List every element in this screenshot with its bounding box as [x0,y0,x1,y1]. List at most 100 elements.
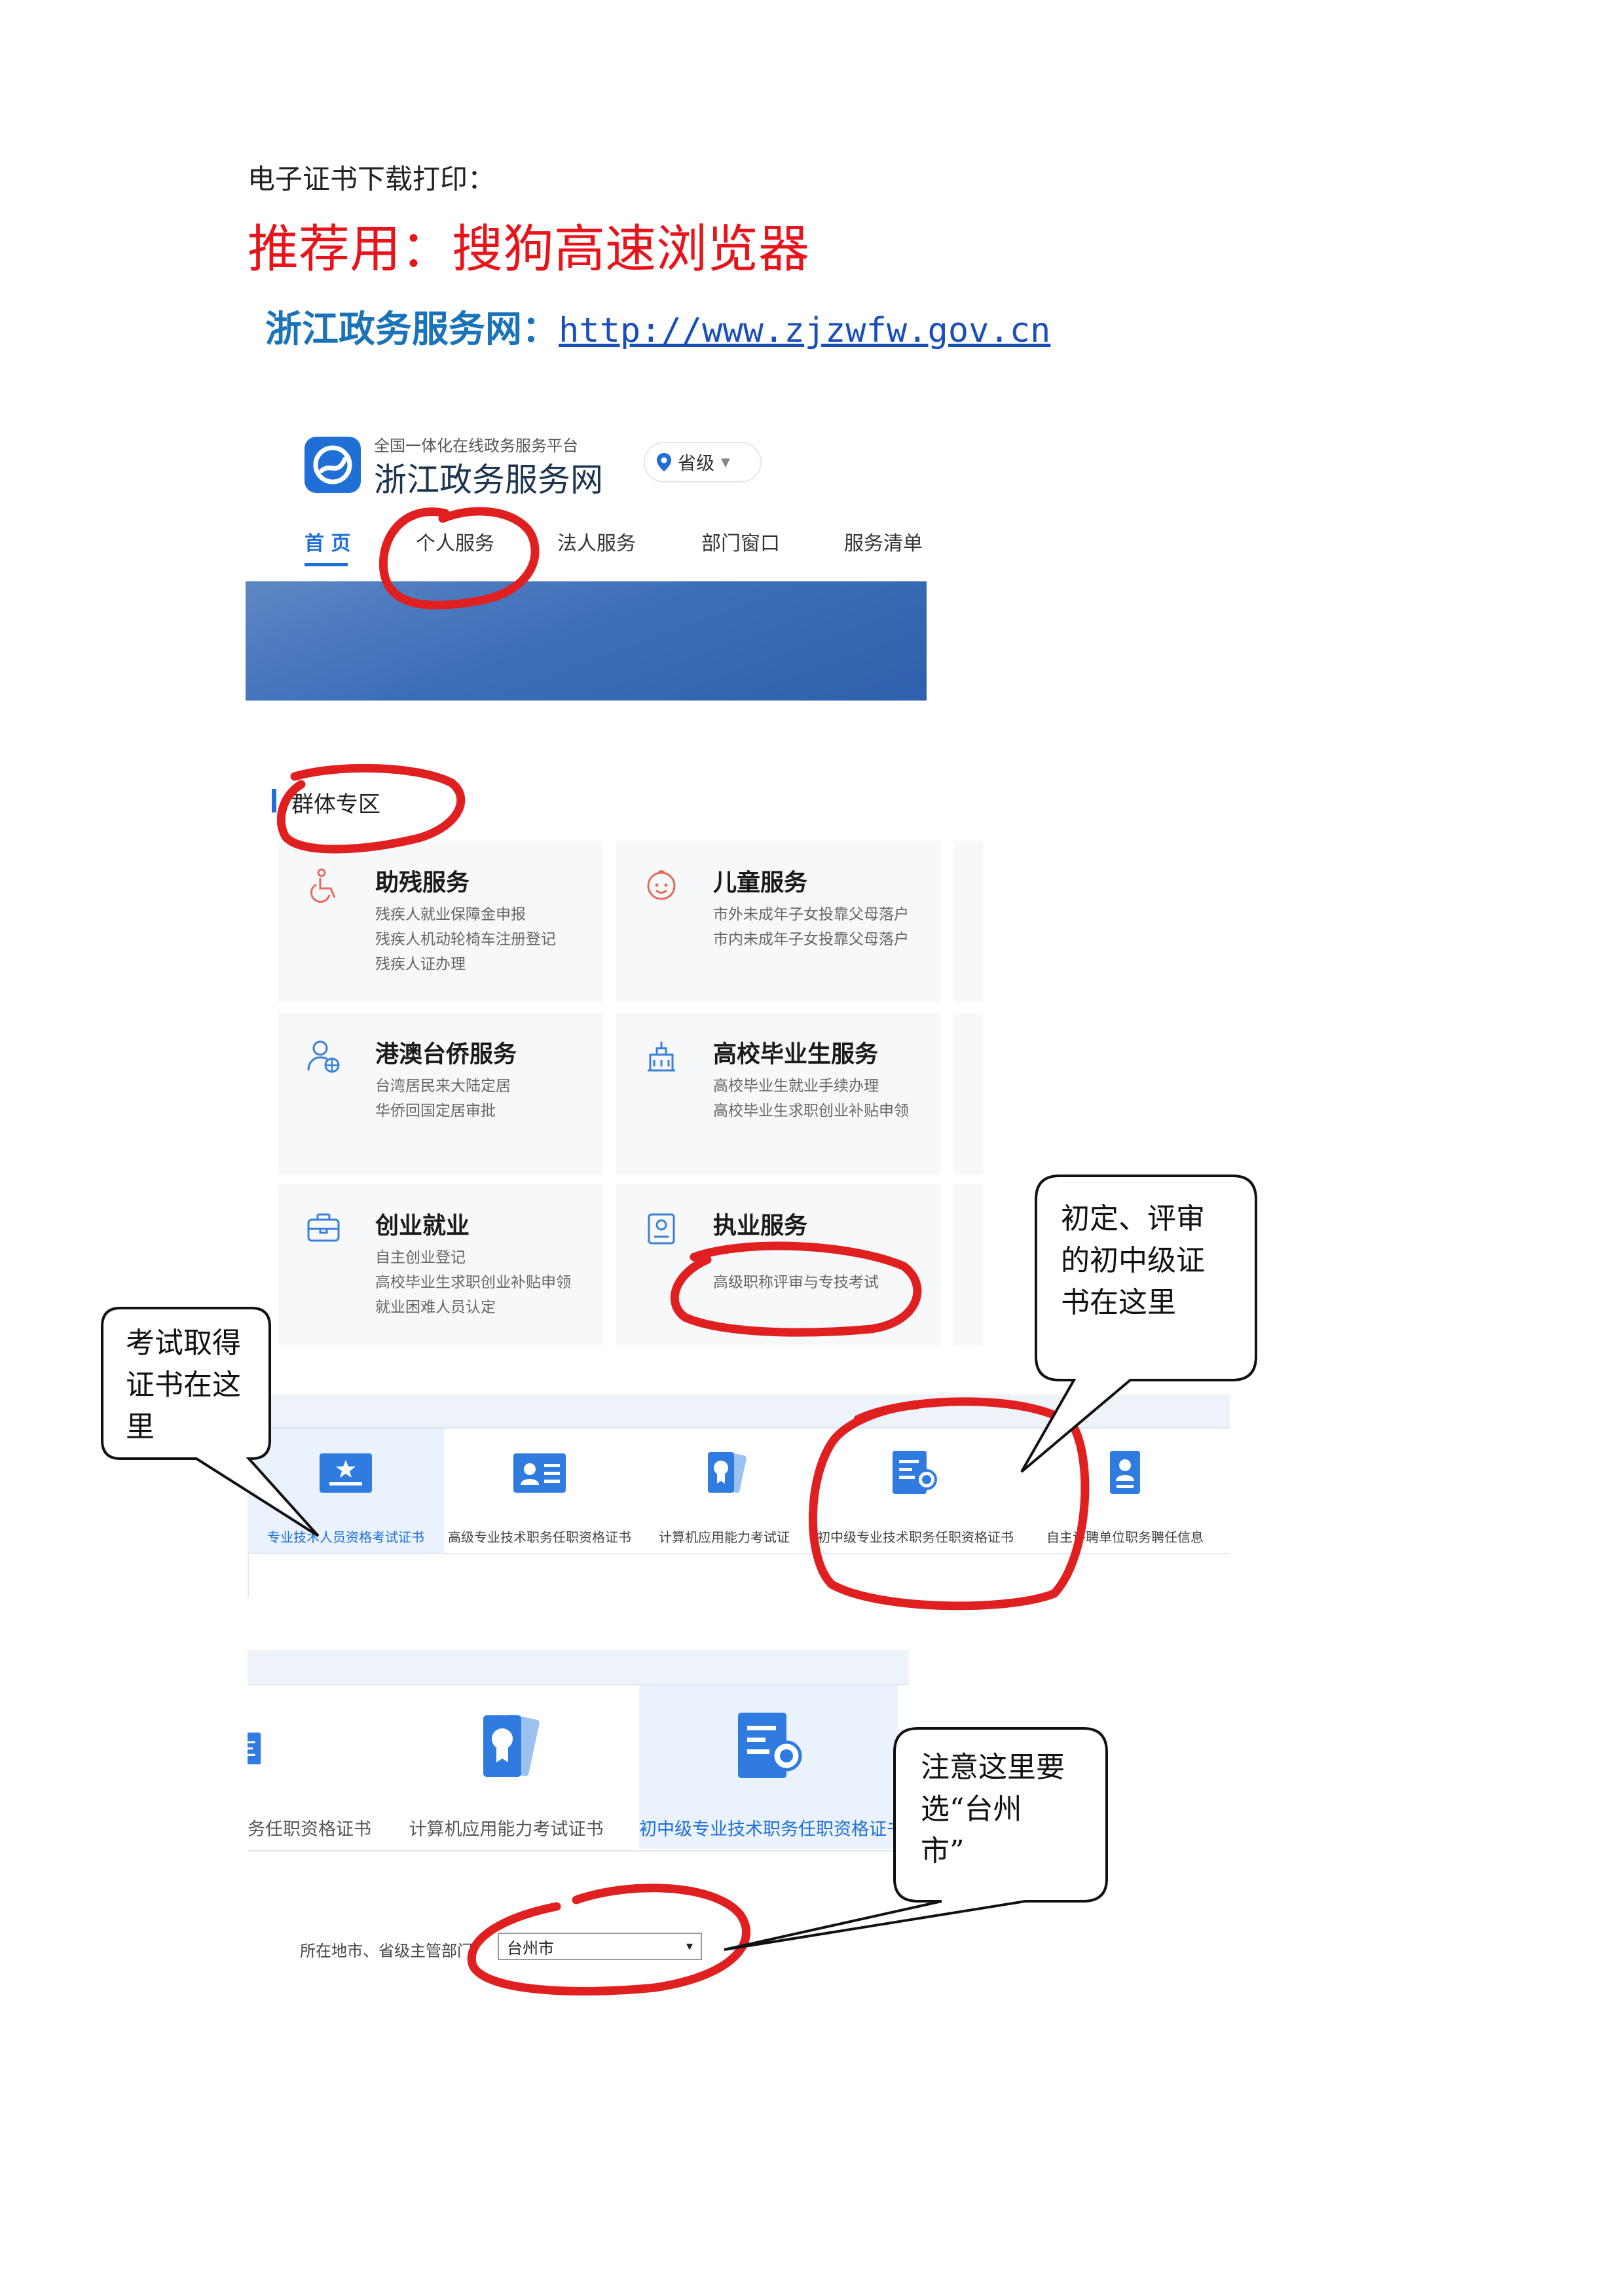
location-select-value: 台州市 [507,1939,554,1958]
site-line: 浙江政务服务网：http://www.zjzwfw.gov.cn [265,300,1050,353]
callout-line: 初定、评审 [1061,1202,1205,1235]
logo-subtitle: 全国一体化在线政务服务平台 [374,437,578,455]
card-title: 高校毕业生服务 [713,1041,879,1068]
tab-computer-skills-cert[interactable]: 计算机应用能力考试证书 [398,1685,614,1849]
tab-label: 自主评聘单位职务聘任信息 [1046,1529,1204,1545]
card-link[interactable]: 残疾人证办理 [375,951,466,974]
award-cards-icon [708,1451,747,1493]
card-edge [954,1184,983,1345]
portal-logo-icon[interactable] [304,437,361,493]
card-entrepreneurship-service[interactable]: 创业就业 自主创业登记 高校毕业生求职创业补贴申领 就业困难人员认定 [278,1184,603,1345]
location-field-label: 所在地市、省级主管部门 [300,1942,473,1960]
award-cards-icon [483,1714,540,1777]
site-url-link[interactable]: http://www.zjzwfw.gov.cn [559,311,1050,350]
certificate-tabs-screenshot: 专业技术人员资格考试证书 高级专业技术职务任职资格证书 计算机应用能力考试证 初… [248,1394,1230,1597]
tab-senior-title-cert[interactable]: 高级专业技术职务任职资格证书 [441,1429,638,1553]
browser-recommendation: 推荐用：搜狗高速浏览器 [248,220,810,279]
nav-tab-service-list[interactable]: 服务清单 [844,527,923,556]
tabs-topbar [248,1650,909,1685]
card-link[interactable]: 高级职称评审与专技考试 [713,1269,879,1292]
callout-line: 市” [921,1834,965,1868]
card-graduate-service[interactable]: 高校毕业生服务 高校毕业生就业手续办理 高校毕业生求职创业补贴申领 [616,1013,941,1174]
certificate-seal-icon [737,1713,802,1778]
card-link[interactable]: 残疾人机动轮椅车注册登记 [375,926,556,949]
nav-tab-department[interactable]: 部门窗口 [701,527,780,556]
portal-header-screenshot: 全国一体化在线政务服务平台 浙江政务服务网 省级 ▼ 首 页 个人服务 法人服务… [246,422,927,701]
tab-computer-skills-cert[interactable]: 计算机应用能力考试证 [626,1429,822,1553]
dropdown-arrow-icon: ▾ [686,1938,693,1954]
tab-intermediate-title-cert-selected[interactable]: 初中级专业技术职务任职资格证书 [639,1685,904,1849]
school-building-icon [648,1042,675,1072]
card-link[interactable]: 市内未成年子女投靠父母落户 [713,926,909,949]
tab-self-appointment-info[interactable]: 自主评聘单位职务聘任信息 [1027,1429,1223,1553]
site-label: 浙江政务服务网： [265,308,559,351]
card-hk-macao-taiwan-service[interactable]: 港澳台侨服务 台湾居民来大陆定居 华侨回国定居审批 [278,1013,603,1174]
callout-line: 书在这里 [1061,1286,1176,1319]
nav-active-indicator [304,563,348,566]
nav-tab-personal[interactable]: 个人服务 [416,527,494,556]
callout-line: 注意这里要 [921,1751,1065,1784]
person-globe-icon [307,1040,340,1073]
callout-line: 选“台州 [921,1793,1022,1826]
region-select[interactable]: 省级 ▼ [644,442,762,483]
card-link[interactable]: 高校毕业生求职创业补贴申领 [375,1269,571,1292]
tab-professional-qualification-exam-cert[interactable]: 专业技术人员资格考试证书 [248,1429,444,1553]
card-edge [954,1013,983,1174]
doc-intro-text: 电子证书下载打印： [248,163,496,195]
tab-label: 计算机应用能力考试证书 [409,1819,604,1840]
location-select[interactable]: 台州市 ▾ [498,1933,702,1960]
callout-intermediate-text: 初定、评审 的初中级证 书在这里 [1061,1198,1205,1324]
certificate-star-icon [320,1453,372,1493]
card-link[interactable]: 就业困难人员认定 [375,1294,496,1317]
card-practice-service[interactable]: 执业服务 高级职称评审与专技考试 [616,1184,941,1345]
tab-label: 计算机应用能力考试证 [659,1529,790,1545]
card-link[interactable]: 华侨回国定居审批 [375,1098,496,1120]
briefcase-icon [307,1213,340,1242]
location-select-screenshot: 务任职资格证书 计算机应用能力考试证书 初中级专业技术职务任职资格证书 所在地市… [248,1650,909,1997]
location-pin-icon [657,453,671,471]
card-link[interactable]: 高校毕业生求职创业补贴申领 [713,1098,909,1120]
hero-banner [246,581,927,701]
callout-line: 证书在这 [126,1368,241,1402]
group-zone-title: 群体专区 [291,792,380,818]
nav-tab-legal[interactable]: 法人服务 [557,527,636,556]
section-title-marker [272,789,276,812]
card-link[interactable]: 残疾人就业保障金申报 [375,902,526,924]
region-value: 省级 [678,452,715,474]
card-child-service[interactable]: 儿童服务 市外未成年子女投靠父母落户 市内未成年子女投靠父母落户 [616,841,941,1002]
nav-tab-home[interactable]: 首 页 [304,527,350,556]
person-document-icon [1110,1451,1140,1494]
callout-taizhou-text: 注意这里要 选“台州 市” [921,1747,1065,1872]
card-link[interactable]: 自主创业登记 [375,1245,466,1267]
tabs-left-border [248,1553,249,1597]
card-title: 执业服务 [713,1212,808,1239]
certificate-seal-icon [893,1451,937,1494]
child-face-icon [647,870,676,900]
card-title: 助残服务 [375,869,470,896]
tab-label: 务任职资格证书 [248,1819,371,1840]
card-title: 儿童服务 [713,869,808,896]
tab-label: 高级专业技术职务任职资格证书 [448,1529,631,1545]
chevron-down-icon: ▼ [721,455,730,469]
card-title: 港澳台侨服务 [375,1041,517,1068]
id-card-icon [513,1453,566,1493]
card-disability-service[interactable]: 助残服务 残疾人就业保障金申报 残疾人机动轮椅车注册登记 残疾人证办理 [278,841,603,1002]
callout-line: 的初中级证 [1061,1244,1205,1277]
tab-label: 初中级专业技术职务任职资格证书 [639,1819,904,1840]
card-link[interactable]: 高校毕业生就业手续办理 [713,1073,879,1095]
tabs-topbar [248,1394,1230,1429]
wheelchair-icon [310,868,336,903]
card-link[interactable]: 台湾居民来大陆定居 [375,1073,511,1095]
card-link[interactable]: 市外未成年子女投靠父母落户 [713,902,909,924]
tabs-divider [248,1553,1230,1554]
tab-label: 初中级专业技术职务任职资格证书 [817,1529,1014,1545]
callout-line: 里 [126,1410,155,1444]
certificate-icon [248,1732,261,1764]
callout-exam-text: 考试取得 证书在这 里 [126,1322,241,1448]
tab-intermediate-title-cert[interactable]: 初中级专业技术职务任职资格证书 [817,1429,1014,1553]
tabs-divider [248,1850,909,1851]
id-badge-icon [648,1213,675,1245]
card-edge [954,841,983,1002]
tab-senior-title-cert-partial[interactable]: 务任职资格证书 [248,1685,378,1849]
tab-label: 专业技术人员资格考试证书 [267,1529,424,1545]
